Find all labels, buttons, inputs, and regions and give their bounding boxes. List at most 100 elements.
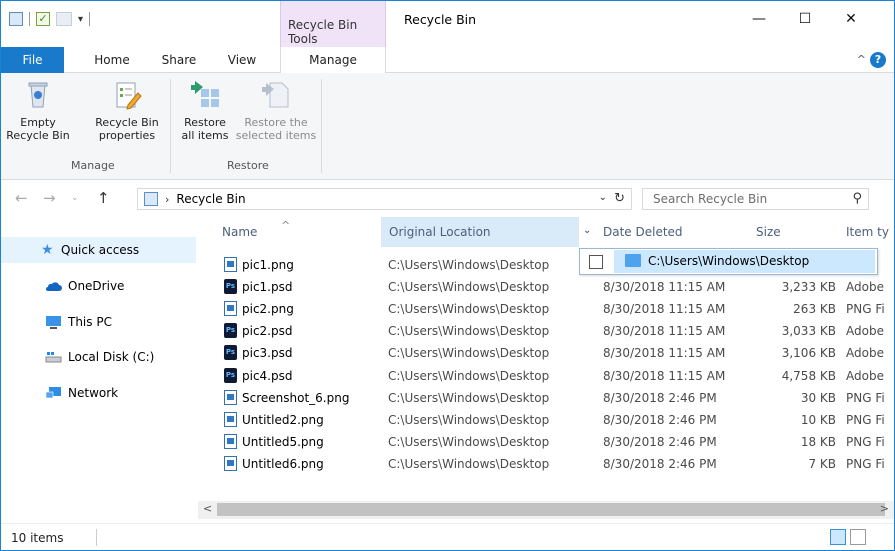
properties-check-icon[interactable]: ✓ (36, 12, 50, 26)
minimize-ribbon-chevron-icon[interactable]: ^ (857, 53, 866, 66)
details-view-icon[interactable] (830, 529, 846, 545)
empty-label-line2: Recycle Bin (6, 129, 70, 142)
recycle-bin-properties-button[interactable]: Recycle Bin properties (89, 79, 165, 142)
file-date-deleted: 8/30/2018 2:46 PM (603, 456, 717, 471)
restore-all-items-button[interactable]: Restore all items (175, 79, 235, 142)
restore-selected-label-line2: selected items (235, 129, 317, 142)
tab-home[interactable]: Home (86, 47, 138, 73)
scroll-left-arrow-icon[interactable]: < (203, 502, 212, 515)
maximize-button[interactable]: ☐ (782, 3, 828, 35)
nav-item-local-disk[interactable]: Local Disk (C:) (1, 344, 196, 370)
customize-qat-dropdown-icon[interactable]: ▾ (78, 14, 83, 25)
scroll-thumb[interactable] (217, 503, 885, 516)
tab-manage[interactable]: Manage (280, 47, 386, 74)
file-type: Adobe (846, 368, 884, 383)
scroll-right-arrow-icon[interactable]: > (880, 502, 889, 515)
qat-separator (29, 12, 30, 26)
up-arrow-icon[interactable]: ↑ (97, 189, 110, 207)
file-name: Untitled6.png (242, 456, 324, 471)
search-input[interactable]: Search Recycle Bin ⚲ (642, 188, 869, 210)
file-type: Adobe (846, 346, 884, 361)
restore-all-label-line1: Restore (184, 116, 226, 129)
properties-label-line1: Recycle Bin (95, 116, 159, 129)
file-name: Untitled2.png (242, 412, 324, 427)
file-name: pic1.png (242, 258, 294, 272)
restore-selected-icon (260, 79, 292, 111)
star-icon: ★ (41, 242, 54, 258)
column-header-name[interactable]: Name (214, 217, 379, 247)
psd-file-icon: Ps (224, 279, 237, 295)
filter-option-label[interactable]: C:\Users\Windows\Desktop (648, 254, 809, 268)
folder-icon (625, 254, 641, 267)
file-location: C:\Users\Windows\Desktop (388, 324, 550, 339)
file-size: 7 KB (808, 456, 836, 471)
table-row[interactable]: Untitled2.png C:\Users\Windows\Desktop 8/3… (198, 409, 894, 431)
breadcrumb-chevron-icon[interactable]: › (165, 193, 169, 206)
search-icon[interactable]: ⚲ (852, 191, 862, 206)
tab-share[interactable]: Share (154, 47, 204, 73)
png-file-icon (224, 257, 237, 272)
nav-item-quick-access[interactable]: ★ Quick access (1, 237, 196, 263)
file-location: C:\Users\Windows\Desktop (388, 258, 550, 272)
file-name: Screenshot_6.png (242, 390, 350, 405)
filter-checkbox[interactable] (589, 255, 603, 269)
file-type: PNG Fi (846, 412, 885, 427)
file-date-deleted: 8/30/2018 11:15 AM (603, 368, 726, 383)
address-dropdown-icon[interactable]: ⌄ (599, 192, 607, 203)
large-icons-view-icon[interactable] (850, 529, 866, 545)
item-count: 10 items (11, 531, 64, 545)
table-row[interactable]: Untitled6.png C:\Users\Windows\Desktop 8/3… (198, 453, 894, 475)
file-date-deleted: 8/30/2018 2:46 PM (603, 434, 717, 449)
tab-view[interactable]: View (219, 47, 265, 73)
table-row[interactable]: Untitled5.png C:\Users\Windows\Desktop 8/3… (198, 431, 894, 453)
table-row[interactable]: Ps pic3.psd C:\Users\Windows\Desktop 8/30/2… (198, 342, 894, 364)
file-location: C:\Users\Windows\Desktop (388, 412, 550, 427)
empty-recycle-bin-button[interactable]: Empty Recycle Bin (3, 79, 73, 142)
png-file-icon (224, 389, 237, 405)
nav-label: Network (68, 386, 119, 400)
file-date-deleted: 8/30/2018 11:15 AM (603, 280, 726, 295)
column-filter-dropdown-icon[interactable]: ⌄ (583, 225, 591, 236)
nav-item-this-pc[interactable]: This PC (1, 309, 196, 335)
recycle-bin-small-icon[interactable] (9, 12, 23, 26)
minimize-button[interactable]: — (736, 3, 782, 35)
ribbon-tabs: File Home Share View Manage (1, 47, 894, 74)
refresh-icon[interactable]: ↻ (614, 191, 625, 206)
file-name: pic4.psd (242, 368, 293, 383)
back-arrow-icon[interactable]: ← (15, 189, 28, 207)
navigation-pane: ★ Quick access OneDrive This PC Local Di… (1, 217, 198, 523)
column-header-date-deleted[interactable]: Date Deleted (595, 217, 746, 247)
psd-file-icon: Ps (224, 345, 237, 361)
tab-file[interactable]: File (1, 47, 64, 73)
file-name: Untitled5.png (242, 434, 324, 449)
hard-drive-icon (45, 352, 62, 363)
help-icon[interactable]: ? (870, 52, 886, 68)
table-row[interactable]: Ps pic1.psd C:\Users\Windows\Desktop 8/30/2… (198, 276, 894, 298)
file-name: pic2.psd (242, 324, 293, 339)
column-header-original-location[interactable]: Original Location (381, 217, 579, 247)
table-row[interactable]: Ps pic2.psd C:\Users\Windows\Desktop 8/30/2… (198, 320, 894, 342)
close-button[interactable]: ✕ (828, 3, 874, 35)
search-placeholder: Search Recycle Bin (653, 192, 768, 206)
nav-item-onedrive[interactable]: OneDrive (1, 273, 196, 299)
horizontal-scrollbar[interactable]: < > (198, 501, 894, 519)
file-size: 10 KB (800, 412, 836, 427)
file-date-deleted: 8/30/2018 11:15 AM (603, 302, 726, 317)
breadcrumb-recycle-bin[interactable]: Recycle Bin (176, 192, 245, 206)
address-bar[interactable]: › Recycle Bin ⌄ ↻ (137, 188, 632, 210)
nav-label: Local Disk (C:) (68, 350, 155, 364)
recent-locations-chevron-icon[interactable]: ⌄ (71, 193, 79, 203)
restore-selected-items-button[interactable]: Restore the selected items (235, 79, 317, 142)
forward-arrow-icon[interactable]: → (43, 189, 56, 207)
column-header-item-type[interactable]: Item ty (838, 217, 894, 247)
table-row[interactable]: Ps pic4.psd C:\Users\Windows\Desktop 8/30/2… (198, 365, 894, 387)
table-row[interactable]: Screenshot_6.png C:\Users\Windows\Desktop… (198, 387, 894, 409)
nav-item-network[interactable]: Network (1, 380, 196, 406)
file-location: C:\Users\Windows\Desktop (388, 368, 550, 383)
column-header-size[interactable]: Size (748, 217, 838, 247)
file-size: 18 KB (800, 434, 836, 449)
restore-selected-label-line1: Restore the (244, 116, 308, 129)
new-folder-icon[interactable] (56, 12, 72, 26)
file-type: PNG Fi (846, 434, 885, 449)
table-row[interactable]: pic2.png C:\Users\Windows\Desktop 8/30/201… (198, 298, 894, 320)
